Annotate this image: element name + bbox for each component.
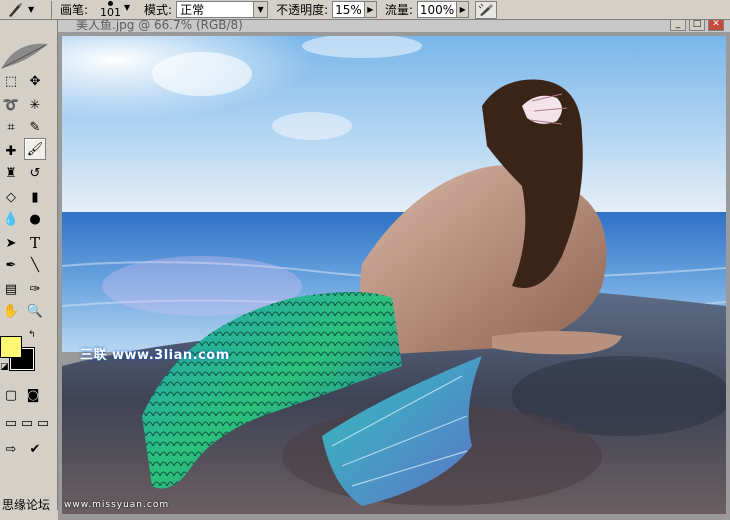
maximize-button[interactable]: □ [689, 20, 705, 31]
zoom-icon: 🔍 [26, 303, 44, 319]
feather-icon [0, 38, 50, 74]
minimize-icon: _ [675, 20, 681, 29]
standard-mode-icon: ▢ [4, 387, 18, 403]
marquee-tool[interactable]: ⬚ [0, 70, 22, 92]
path-select-tool[interactable]: ➤ [0, 232, 22, 254]
chevron-down-icon: ▼ [28, 5, 35, 14]
document-window [58, 32, 730, 520]
close-icon: ✕ [712, 20, 720, 29]
imageready-jump-button[interactable]: ⇨ [0, 438, 22, 460]
path-select-icon: ➤ [5, 235, 17, 251]
lasso-tool[interactable]: ➰ [0, 94, 22, 116]
dodge-tool[interactable]: ● [24, 208, 46, 230]
maximize-icon: □ [692, 20, 702, 29]
healing-icon: ✚ [5, 143, 17, 159]
magic-wand-icon: ✳ [29, 97, 41, 113]
minimize-button[interactable]: _ [670, 20, 686, 31]
eyedropper-icon: ✑ [29, 281, 41, 297]
crop-tool[interactable]: ⌗ [0, 116, 22, 138]
opacity-field[interactable]: 15% [332, 1, 365, 18]
brush-tool-icon: 🖌 [26, 141, 44, 157]
swap-colors-icon[interactable]: ↰ [28, 330, 36, 340]
blur-icon: 💧 [2, 211, 20, 227]
screen-mode-full[interactable]: ▭ [32, 412, 54, 434]
type-tool[interactable]: T [24, 232, 46, 254]
chevron-down-icon: ▼ [124, 2, 131, 12]
brush-icon [9, 2, 22, 17]
flow-field[interactable]: 100% [416, 1, 458, 18]
history-brush-tool[interactable]: ↺ [24, 162, 46, 184]
watermark-missyuan: www.missyuan.com [64, 500, 170, 510]
standard-mode-button[interactable]: ▢ [0, 384, 22, 406]
flow-slider-toggle[interactable]: ▶ [457, 1, 470, 18]
default-colors-icon[interactable]: ◪ [0, 362, 9, 372]
imageready-icon: ✔ [29, 441, 41, 457]
crop-icon: ⌗ [7, 119, 15, 135]
move-icon: ✥ [29, 73, 41, 89]
hand-icon: ✋ [2, 303, 20, 319]
screen-mode-icon: ▭ [36, 415, 50, 431]
quickmask-icon: ◙ [26, 387, 40, 403]
pen-icon: ✒ [5, 257, 17, 273]
toolbox: ⬚ ✥ ➰ ✳ ⌗ ✎ ✚ 🖌 ♜ ↺ ◇ ▮ 💧 ● ➤ T ✒ ╲ ▤ ✑ … [0, 20, 58, 510]
lasso-icon: ➰ [2, 97, 20, 113]
quickmask-mode-button[interactable]: ◙ [22, 384, 44, 406]
move-tool[interactable]: ✥ [24, 70, 46, 92]
brush-label: 画笔: [60, 3, 89, 17]
document-title-bar[interactable]: 美人鱼.jpg @ 66.7% (RGB/8) _ □ ✕ [58, 20, 730, 32]
line-tool[interactable]: ╲ [24, 254, 46, 276]
options-bar: ▼ 画笔: 101 ▼ 模式: 正常 ▼ 不透明度: 15% ▶ 流量: 100… [0, 0, 730, 20]
opacity-label: 不透明度: [276, 3, 329, 17]
airbrush-toggle[interactable] [475, 0, 498, 19]
blur-tool[interactable]: 💧 [0, 208, 22, 230]
eyedropper-tool[interactable]: ✑ [24, 278, 46, 300]
eraser-icon: ◇ [6, 189, 16, 205]
pen-tool[interactable]: ✒ [0, 254, 22, 276]
stamp-icon: ♜ [5, 165, 17, 181]
history-brush-icon: ↺ [29, 165, 41, 181]
notes-icon: ▤ [4, 281, 18, 297]
mode-label: 模式: [144, 3, 173, 17]
chevron-down-icon: ▼ [253, 2, 268, 17]
watermark-3lian: 三联 www.3lian.com [80, 348, 230, 363]
magic-wand-tool[interactable]: ✳ [24, 94, 46, 116]
hand-tool[interactable]: ✋ [0, 300, 22, 322]
slice-icon: ✎ [29, 119, 41, 135]
document-title: 美人鱼.jpg @ 66.7% (RGB/8) [76, 20, 243, 32]
brush-size-value: 101 [100, 5, 122, 19]
healing-tool[interactable]: ✚ [0, 140, 22, 162]
airbrush-icon [478, 3, 494, 16]
flow-label: 流量: [384, 3, 413, 17]
imageready-toggle[interactable]: ✔ [24, 438, 46, 460]
close-button[interactable]: ✕ [708, 20, 724, 31]
notes-tool[interactable]: ▤ [0, 278, 22, 300]
gradient-tool[interactable]: ▮ [24, 186, 46, 208]
gradient-icon: ▮ [31, 189, 39, 205]
eraser-tool[interactable]: ◇ [0, 186, 22, 208]
zoom-tool[interactable]: 🔍 [24, 300, 46, 322]
watermark-forum: 思缘论坛 [0, 496, 53, 513]
mermaid-artwork [62, 36, 726, 514]
slice-tool[interactable]: ✎ [24, 116, 46, 138]
imageready-icon: ⇨ [5, 441, 17, 457]
mode-select-value: 正常 [180, 3, 205, 17]
dodge-icon: ● [29, 211, 41, 227]
brush-size-picker[interactable]: 101 ▼ [90, 0, 136, 20]
mode-select[interactable]: 正常 ▼ [176, 1, 269, 18]
stamp-tool[interactable]: ♜ [0, 162, 22, 184]
tool-preset-picker[interactable]: ▼ [0, 0, 52, 19]
type-icon: T [29, 234, 40, 252]
marquee-icon: ⬚ [4, 73, 18, 89]
line-icon: ╲ [31, 257, 39, 273]
image-canvas[interactable] [62, 36, 726, 514]
opacity-slider-toggle[interactable]: ▶ [364, 1, 377, 18]
brush-tool[interactable]: 🖌 [24, 138, 46, 160]
foreground-color-swatch[interactable] [0, 336, 22, 358]
